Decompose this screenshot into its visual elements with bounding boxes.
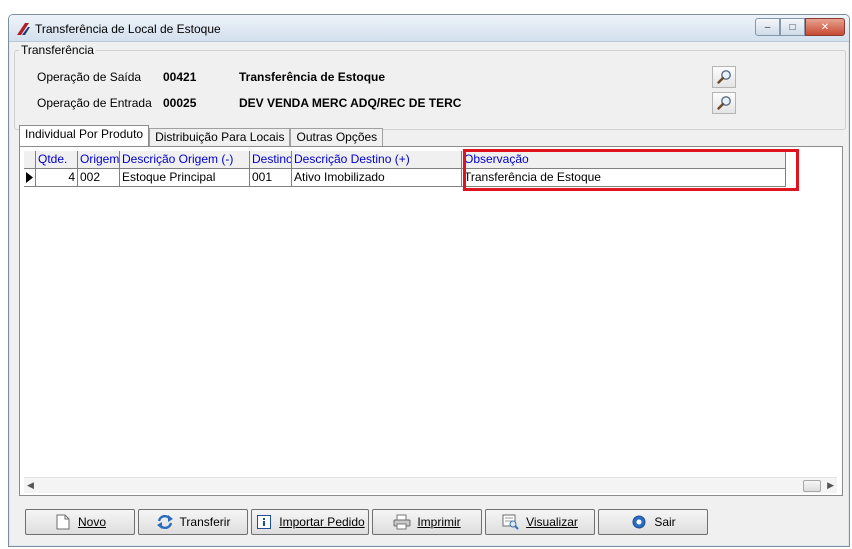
cell-observacao[interactable]: Transferência de Estoque <box>462 169 786 187</box>
transfer-arrows-icon <box>156 514 174 530</box>
importar-pedido-button-label: Importar Pedido <box>279 515 365 529</box>
column-header-descricao-origem[interactable]: Descrição Origem (-) <box>120 151 250 169</box>
tab-outras-opcoes[interactable]: Outras Opções <box>290 128 384 146</box>
cell-origem[interactable]: 002 <box>78 169 120 187</box>
app-logo-icon <box>17 23 30 35</box>
new-document-icon <box>54 514 72 530</box>
transferir-button[interactable]: Transferir <box>138 509 248 535</box>
scroll-left-arrow-icon[interactable]: ◀ <box>27 480 34 491</box>
sair-button[interactable]: Sair <box>598 509 708 535</box>
operacao-entrada-code: 00025 <box>163 96 197 110</box>
operacao-entrada-label: Operação de Entrada <box>37 96 152 110</box>
sair-button-label: Sair <box>654 515 676 529</box>
column-header-origem[interactable]: Origem <box>78 151 120 169</box>
cell-qtde[interactable]: 4 <box>36 169 78 187</box>
header-indicator-cell <box>24 151 36 169</box>
table-row[interactable]: 4 002 Estoque Principal 001 Ativo Imobil… <box>24 169 786 187</box>
search-saida-button[interactable] <box>712 66 736 88</box>
visualizar-button[interactable]: Visualizar <box>485 509 595 535</box>
cell-descricao-destino[interactable]: Ativo Imobilizado <box>292 169 462 187</box>
current-row-arrow-icon <box>26 172 33 183</box>
horizontal-scrollbar[interactable]: ◀ ▶ <box>24 477 837 493</box>
tab-panel: Qtde. Origem Descrição Origem (-) Destin… <box>19 146 843 496</box>
button-bar: Novo Transferir Importar Pedido Imprimir… <box>25 509 711 535</box>
operacao-entrada-description: DEV VENDA MERC ADQ/REC DE TERC <box>239 96 462 110</box>
novo-button-label: Novo <box>77 515 106 529</box>
grid-header-row: Qtde. Origem Descrição Origem (-) Destin… <box>24 151 786 169</box>
importar-pedido-button[interactable]: Importar Pedido <box>251 509 369 535</box>
imprimir-button[interactable]: Imprimir <box>372 509 482 535</box>
main-window: Transferência de Local de Estoque – □ ✕ … <box>8 14 850 547</box>
printer-icon <box>393 514 411 530</box>
scrollbar-thumb[interactable] <box>803 480 821 492</box>
cell-destino[interactable]: 001 <box>250 169 292 187</box>
window-controls: – □ ✕ <box>755 18 845 37</box>
close-button[interactable]: ✕ <box>805 18 845 36</box>
transferir-button-label: Transferir <box>179 515 231 529</box>
operacao-saida-label: Operação de Saída <box>37 70 142 84</box>
tab-distribuicao-para-locais[interactable]: Distribuição Para Locais <box>149 128 291 146</box>
column-header-descricao-destino[interactable]: Descrição Destino (+) <box>292 151 462 169</box>
column-header-qtde[interactable]: Qtde. <box>36 151 78 169</box>
title-bar[interactable]: Transferência de Local de Estoque – □ ✕ <box>9 15 849 42</box>
tab-individual-por-produto[interactable]: Individual Por Produto <box>19 125 150 146</box>
transfer-grid[interactable]: Qtde. Origem Descrição Origem (-) Destin… <box>24 151 837 477</box>
column-header-destino[interactable]: Destino <box>250 151 292 169</box>
column-header-observacao[interactable]: Observação <box>462 151 786 169</box>
transferencia-group: Transferência Operação de Saída 00421 Tr… <box>14 43 846 130</box>
group-label: Transferência <box>19 43 96 57</box>
search-entrada-button[interactable] <box>712 92 736 114</box>
cell-descricao-origem[interactable]: Estoque Principal <box>120 169 250 187</box>
minimize-button[interactable]: – <box>755 18 780 36</box>
preview-icon <box>502 514 520 530</box>
imprimir-button-label: Imprimir <box>417 515 461 529</box>
visualizar-button-label: Visualizar <box>526 515 578 529</box>
row-indicator-cell[interactable] <box>24 169 36 187</box>
info-icon <box>255 514 273 530</box>
operacao-entrada-row: Operação de Entrada 00025 DEV VENDA MERC… <box>37 94 461 112</box>
scroll-right-arrow-icon[interactable]: ▶ <box>827 480 834 491</box>
magnifier-icon <box>717 70 731 84</box>
exit-icon <box>630 514 648 530</box>
window-title: Transferência de Local de Estoque <box>35 22 221 36</box>
magnifier-icon <box>717 96 731 110</box>
tab-strip: Individual Por Produto Distribuição Para… <box>19 125 384 146</box>
novo-button[interactable]: Novo <box>25 509 135 535</box>
operacao-saida-code: 00421 <box>163 70 197 84</box>
maximize-button[interactable]: □ <box>780 18 805 36</box>
operacao-saida-row: Operação de Saída 00421 Transferência de… <box>37 68 385 86</box>
operacao-saida-description: Transferência de Estoque <box>239 70 386 84</box>
